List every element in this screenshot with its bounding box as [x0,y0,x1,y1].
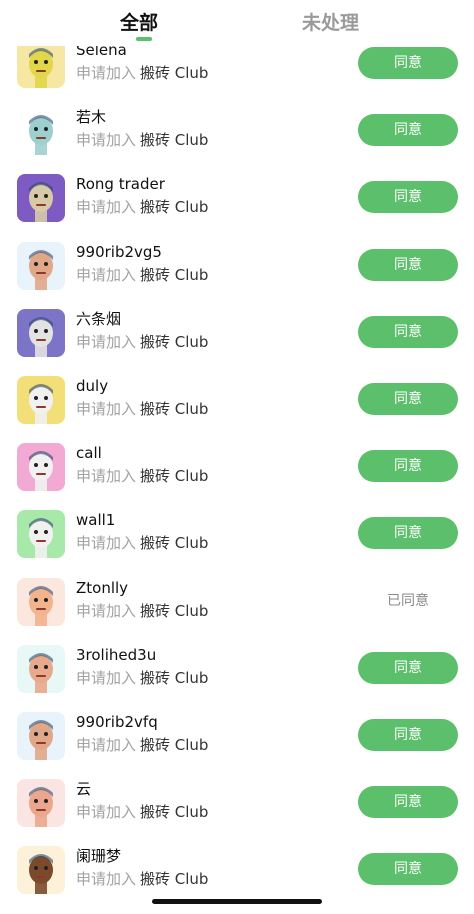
list-item[interactable]: 若木申请加入 搬砖 Club 同意 [0,94,474,161]
request-subtitle: 申请加入 搬砖 Club [76,869,208,889]
request-label: 申请加入 [76,803,137,822]
approve-button[interactable]: 同意 [358,651,458,684]
request-subtitle: 申请加入 搬砖 Club [76,802,208,822]
list-item[interactable]: 990rib2vg5 申请加入 搬砖 Club 同意 [0,229,474,296]
list-item[interactable]: Rong trader 申请加入 搬砖 Club 同意 [0,161,474,228]
member-name: 若木 [76,108,107,127]
club-name: 搬砖 Club [140,64,209,82]
member-name: duly [76,377,109,395]
club-name: 搬砖 Club [140,198,209,217]
approve-button[interactable]: 同意 [358,248,458,281]
club-name: 搬砖 Club [140,668,209,687]
request-label: 申请加入 [76,400,137,418]
avatar[interactable] [17,241,65,290]
member-name: 990rib2vfq [76,713,158,731]
approve-button[interactable]: 同意 [358,719,458,751]
club-name: 搬砖 Club [140,467,209,486]
approve-button[interactable]: 同意 [358,47,458,79]
avatar[interactable] [17,712,65,760]
request-subtitle: 申请加入 搬砖 Club [76,265,208,285]
home-indicator [152,899,322,904]
club-name: 搬砖 Club [140,534,209,553]
request-subtitle: 申请加入 搬砖 Club [76,601,208,621]
member-name: Rong trader [76,175,165,194]
tab-all[interactable]: 全部 [120,10,158,36]
member-name: 990rib2vg5 [76,242,162,261]
approve-button[interactable]: 同意 [358,114,458,147]
avatar[interactable] [17,510,65,559]
approve-button[interactable]: 同意 [358,181,458,214]
avatar[interactable] [17,779,65,828]
avatar[interactable] [17,443,65,492]
member-name: 六条烟 [76,309,122,328]
member-name: wall1 [76,511,116,530]
tab-pending[interactable]: 未处理 [302,10,359,36]
request-label: 申请加入 [76,265,137,284]
club-name: 搬砖 Club [140,400,209,418]
approve-button[interactable]: 同意 [358,315,458,348]
approve-button[interactable]: 同意 [358,450,458,483]
member-name: call [76,444,102,463]
request-label: 申请加入 [76,131,137,150]
active-tab-indicator [136,37,152,41]
request-subtitle: 申请加入 搬砖 Club [76,668,208,688]
avatar[interactable] [17,107,65,156]
request-subtitle: 申请加入 搬砖 Club [76,63,208,83]
member-name: Ztonlly [76,578,129,597]
request-label: 申请加入 [76,467,137,486]
club-name: 搬砖 Club [140,265,209,284]
tab-bar: 全部 未处理 [0,0,474,46]
list-item[interactable]: 3rolihed3u 申请加入 搬砖 Club 同意 [0,632,474,699]
member-name: 3rolihed3u [76,645,157,664]
request-label: 申请加入 [76,534,137,553]
approve-button[interactable]: 同意 [358,517,458,550]
avatar[interactable] [17,174,65,223]
list-item[interactable]: Ztonlly 申请加入 搬砖 Club 已同意 [0,565,474,632]
avatar[interactable] [17,644,65,693]
request-label: 申请加入 [76,332,137,351]
approve-button[interactable]: 同意 [358,383,458,415]
list-item[interactable]: wall1 申请加入 搬砖 Club 同意 [0,497,474,564]
list-item[interactable]: 六条烟申请加入 搬砖 Club 同意 [0,296,474,363]
request-label: 申请加入 [76,870,137,889]
list-item[interactable]: 云申请加入 搬砖 Club 同意 [0,766,474,833]
club-name: 搬砖 Club [140,803,209,822]
avatar[interactable] [17,308,65,357]
approve-button[interactable]: 同意 [358,786,458,819]
member-name: 云 [76,780,92,799]
accepted-status: 已同意 [387,592,429,609]
approve-button[interactable]: 同意 [358,853,458,886]
request-label: 申请加入 [76,64,137,82]
club-name: 搬砖 Club [140,736,209,754]
club-name: 搬砖 Club [140,601,209,620]
request-label: 申请加入 [76,668,137,687]
avatar[interactable] [17,40,65,88]
request-subtitle: 申请加入 搬砖 Club [76,735,208,755]
list-item[interactable]: duly 申请加入 搬砖 Club 同意 [0,363,474,430]
avatar[interactable] [17,846,65,895]
request-subtitle: 申请加入 搬砖 Club [76,533,208,553]
request-subtitle: 申请加入 搬砖 Club [76,399,208,419]
avatar[interactable] [17,376,65,424]
member-name: 阑珊梦 [76,847,122,866]
list-item[interactable]: call 申请加入 搬砖 Club 同意 [0,430,474,497]
request-label: 申请加入 [76,736,137,754]
request-label: 申请加入 [76,198,137,217]
list-item[interactable]: 990rib2vfq 申请加入 搬砖 Club 同意 [0,699,474,766]
request-subtitle: 申请加入 搬砖 Club [76,332,208,352]
request-subtitle: 申请加入 搬砖 Club [76,130,208,150]
club-name: 搬砖 Club [140,332,209,351]
avatar[interactable] [17,577,65,626]
club-name: 搬砖 Club [140,870,209,889]
list-item[interactable]: 阑珊梦申请加入 搬砖 Club 同意 [0,833,474,900]
club-name: 搬砖 Club [140,131,209,150]
request-subtitle: 申请加入 搬砖 Club [76,466,208,486]
request-subtitle: 申请加入 搬砖 Club [76,197,208,217]
request-label: 申请加入 [76,601,137,620]
